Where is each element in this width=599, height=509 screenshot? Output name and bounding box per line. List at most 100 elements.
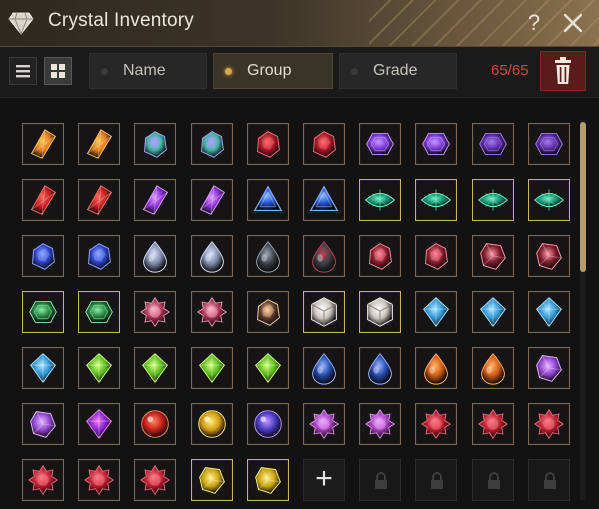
crystal-slot-rose-prism[interactable] <box>190 291 233 333</box>
close-button[interactable] <box>560 9 586 37</box>
crystal-slot-violet-hexagon-dark[interactable] <box>527 123 570 165</box>
crystal-slot-purple-shard[interactable] <box>190 179 233 221</box>
crystal-slot-crimson-shard[interactable] <box>78 179 121 221</box>
crystal-slot-emerald-eye[interactable] <box>527 179 570 221</box>
crystal-slot-garnet-pair[interactable] <box>415 235 458 277</box>
help-button[interactable]: ? <box>522 9 546 37</box>
sapphire-triangle-icon <box>305 181 343 219</box>
crystal-slot-lime-kite[interactable] <box>246 347 289 389</box>
crystal-slot-sapphire-triangle[interactable] <box>246 179 289 221</box>
crystal-slot-cobalt-drop[interactable] <box>359 347 402 389</box>
sort-by-grade[interactable]: Grade <box>339 53 457 89</box>
lock-icon <box>543 472 556 489</box>
crystal-slot-scarlet-star[interactable] <box>527 403 570 445</box>
crystal-slot-amethyst-gem[interactable] <box>22 403 64 445</box>
crystal-slot-jade-octagon[interactable] <box>78 291 121 333</box>
crystal-slot-dark-egg[interactable] <box>246 235 289 277</box>
blue-cluster-icon <box>24 237 62 275</box>
crystal-slot-rose-prism[interactable] <box>134 291 177 333</box>
crystal-slot-diamond-cube[interactable] <box>303 291 345 333</box>
crystal-slot-azure-kite[interactable] <box>527 291 570 333</box>
crystal-slot-indigo-orb[interactable] <box>246 403 289 445</box>
crystal-slot-cobalt-drop[interactable] <box>303 347 345 389</box>
crystal-slot-lime-kite[interactable] <box>134 347 177 389</box>
crystal-slot-lime-kite[interactable] <box>190 347 233 389</box>
crystal-slot-blue-cluster[interactable] <box>22 235 64 277</box>
crystal-slot-diamond-cube[interactable] <box>359 291 402 333</box>
crystal-slot-scarlet-star[interactable] <box>471 403 514 445</box>
locked-slot <box>527 459 570 501</box>
sort-by-group[interactable]: Group <box>213 53 333 89</box>
crystal-slot-purple-trillion[interactable] <box>78 403 121 445</box>
crystal-slot-amethyst-gem[interactable] <box>527 347 570 389</box>
cobalt-drop-icon <box>305 349 343 387</box>
crystal-slot-ruby-chunk[interactable] <box>303 123 345 165</box>
add-slot-button[interactable]: + <box>303 459 345 501</box>
crystal-slot-garnet-pair[interactable] <box>359 235 402 277</box>
silver-drop-icon <box>192 237 231 275</box>
crystal-slot-purple-shard[interactable] <box>134 179 177 221</box>
scrollbar-thumb[interactable] <box>580 122 586 272</box>
crystal-slot-topaz-gem[interactable] <box>246 459 289 501</box>
crystal-slot-orchid-rose[interactable] <box>303 403 345 445</box>
lock-icon <box>487 472 500 489</box>
list-view-button[interactable] <box>9 57 37 85</box>
topaz-gem-icon <box>248 461 287 499</box>
fire-teardrop-icon <box>417 349 456 387</box>
crystal-slot-teal-cluster[interactable] <box>134 123 177 165</box>
crystal-inventory-window: Crystal Inventory ? Name Group Grade 65/… <box>0 0 599 509</box>
crystal-slot-scarlet-star[interactable] <box>22 459 64 501</box>
crystal-slot-gold-orb[interactable] <box>190 403 233 445</box>
crystal-slot-red-orb[interactable] <box>134 403 177 445</box>
crystal-slot-azure-kite[interactable] <box>415 291 458 333</box>
crystal-slot-emerald-eye[interactable] <box>415 179 458 221</box>
crystal-slot-garnet-stone[interactable] <box>527 235 570 277</box>
violet-hexagon-icon <box>361 125 400 163</box>
crystal-slot-violet-hexagon[interactable] <box>359 123 402 165</box>
crystal-slot-scarlet-star[interactable] <box>134 459 177 501</box>
crystal-slot-violet-hexagon[interactable] <box>415 123 458 165</box>
crystal-slot-fire-teardrop[interactable] <box>471 347 514 389</box>
crystal-slot-orchid-rose[interactable] <box>359 403 402 445</box>
violet-hexagon-icon <box>417 125 456 163</box>
teal-cluster-icon <box>136 125 175 163</box>
crystal-slot-emerald-eye[interactable] <box>471 179 514 221</box>
jade-octagon-icon <box>80 293 119 331</box>
crystal-slot-teal-cluster[interactable] <box>190 123 233 165</box>
crystal-slot-amber-shard[interactable] <box>78 123 121 165</box>
crystal-slot-fire-teardrop[interactable] <box>415 347 458 389</box>
crystal-slot-blue-cluster[interactable] <box>78 235 121 277</box>
crimson-shard-icon <box>24 181 62 219</box>
crystal-slot-topaz-gem[interactable] <box>190 459 233 501</box>
crystal-slot-silver-drop[interactable] <box>190 235 233 277</box>
radio-dot-selected <box>225 68 232 75</box>
crystal-slot-crimson-shard[interactable] <box>22 179 64 221</box>
delete-button[interactable] <box>540 51 586 91</box>
crystal-grid: + <box>0 98 599 509</box>
crystal-slot-azure-kite[interactable] <box>22 347 64 389</box>
scarlet-star-icon <box>417 405 456 443</box>
crystal-slot-violet-hexagon-dark[interactable] <box>471 123 514 165</box>
crystal-slot-silver-drop[interactable] <box>134 235 177 277</box>
crystal-slot-amber-shard[interactable] <box>22 123 64 165</box>
crystal-slot-scarlet-star[interactable] <box>415 403 458 445</box>
lock-icon <box>431 472 444 489</box>
diamond-cube-icon <box>361 293 400 331</box>
garnet-stone-icon <box>473 237 512 275</box>
crystal-slot-lime-kite[interactable] <box>78 347 121 389</box>
crystal-slot-garnet-stone[interactable] <box>471 235 514 277</box>
crystal-slot-scarlet-star[interactable] <box>78 459 121 501</box>
grid-view-button[interactable] <box>44 57 72 85</box>
sort-by-name[interactable]: Name <box>89 53 207 89</box>
crystal-slot-emerald-eye[interactable] <box>359 179 402 221</box>
crystal-slot-sapphire-triangle[interactable] <box>303 179 345 221</box>
title-bar[interactable]: Crystal Inventory ? <box>0 0 599 47</box>
crystal-slot-jade-octagon[interactable] <box>22 291 64 333</box>
crystal-slot-azure-kite[interactable] <box>471 291 514 333</box>
crystal-slot-dark-egg[interactable] <box>303 235 345 277</box>
crystal-slot-amber-onyx[interactable] <box>246 291 289 333</box>
locked-slot <box>471 459 514 501</box>
garnet-stone-icon <box>529 237 568 275</box>
radio-dot <box>351 68 358 75</box>
crystal-slot-ruby-chunk[interactable] <box>246 123 289 165</box>
